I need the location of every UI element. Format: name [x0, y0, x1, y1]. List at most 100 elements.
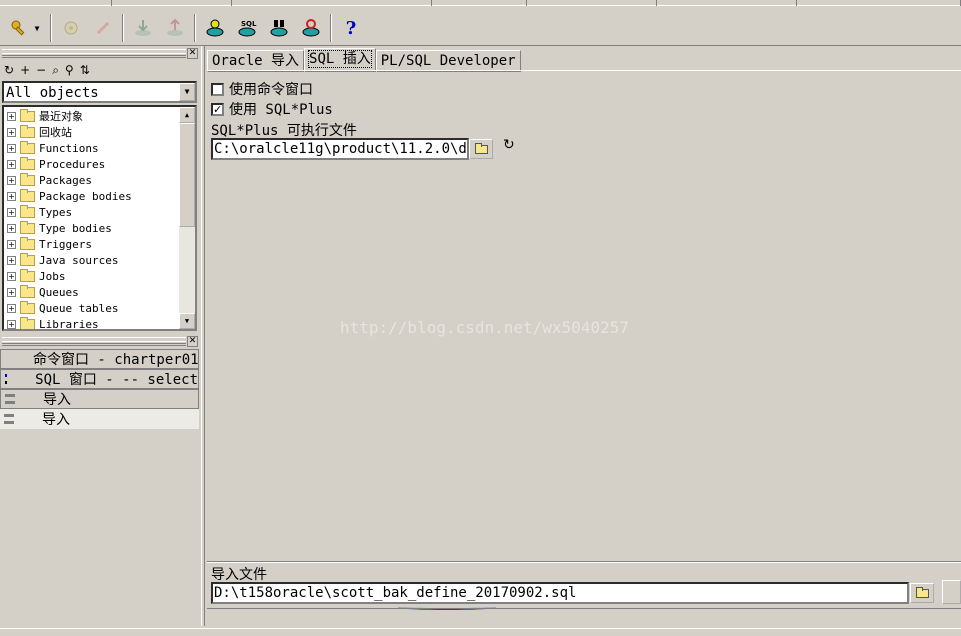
db-refresh-icon[interactable]	[298, 15, 324, 41]
scroll-down-icon[interactable]: ▼	[179, 313, 195, 329]
expand-icon[interactable]: +	[7, 255, 16, 265]
expand-icon[interactable]: +	[7, 287, 16, 297]
panel-grip[interactable]	[2, 49, 186, 58]
key-dropdown-icon[interactable]	[6, 15, 32, 41]
tab-oracle-import[interactable]: Oracle 导入	[207, 50, 305, 72]
expand-icon[interactable]: +	[7, 127, 16, 137]
browse-import-file-button[interactable]	[910, 583, 934, 603]
object-filter-select[interactable]: All objects ▼	[2, 81, 197, 103]
expand-icon[interactable]: +	[7, 223, 16, 233]
import-button-partial[interactable]	[942, 580, 961, 604]
import-tabs: Oracle 导入 SQL 插入 PL/SQL Developer	[207, 48, 521, 72]
sql-window-icon	[5, 374, 8, 384]
folder-icon	[20, 284, 35, 298]
use-command-window-label: 使用命令窗口	[229, 82, 313, 98]
browser-toolbar: ↻ + − ⌕ ⚲ ⇅	[4, 62, 90, 78]
window-list-item[interactable]: 命令窗口 - chartper01	[0, 349, 199, 369]
close-icon[interactable]: ✕	[187, 336, 198, 347]
sql-db-icon[interactable]: SQL	[234, 15, 260, 41]
add-icon[interactable]: +	[20, 63, 30, 77]
object-filter-value: All objects	[6, 85, 99, 101]
tab-sql-insert[interactable]: SQL 插入	[304, 48, 376, 72]
tree-item[interactable]: + Libraries	[7, 316, 99, 331]
tree-item[interactable]: + Type bodies	[7, 220, 112, 236]
filter-icon[interactable]: ⚲	[65, 63, 74, 77]
sort-icon[interactable]: ⇅	[80, 63, 90, 77]
expand-icon[interactable]: +	[7, 303, 16, 313]
scroll-thumb[interactable]	[179, 123, 195, 227]
scroll-up-icon[interactable]: ▲	[179, 107, 195, 123]
folder-icon	[20, 316, 35, 329]
db-session-icon[interactable]	[202, 15, 228, 41]
use-sqlplus-checkbox[interactable]: ✓	[211, 102, 224, 116]
tree-item-label: Libraries	[39, 317, 99, 331]
tree-item[interactable]: + Package bodies	[7, 188, 132, 204]
expand-icon[interactable]: +	[7, 207, 16, 217]
refresh-icon[interactable]: ↻	[503, 137, 515, 153]
folder-open-icon	[915, 586, 929, 598]
window-list-item[interactable]: SQL 窗口 - -- select	[0, 369, 199, 389]
tree-item-label: Functions	[39, 141, 99, 155]
use-sqlplus-option[interactable]: ✓ 使用 SQL*Plus	[211, 99, 333, 119]
use-command-window-option[interactable]: 使用命令窗口	[211, 79, 313, 99]
expand-icon[interactable]: +	[7, 111, 16, 121]
panel-grip[interactable]	[2, 337, 186, 346]
find-icon[interactable]: ⌕	[52, 63, 59, 77]
panel-splitter[interactable]	[201, 46, 205, 626]
tab-label: Oracle 导入	[212, 53, 300, 69]
expand-icon[interactable]: +	[7, 175, 16, 185]
chevron-down-icon[interactable]: ▼	[30, 15, 44, 41]
window-list-item[interactable]: 导入	[0, 409, 199, 429]
browse-exe-button[interactable]	[469, 139, 493, 159]
pin-icon[interactable]	[90, 15, 116, 41]
main-toolbar: ▼ SQL ?	[0, 8, 961, 46]
tab-label: SQL 插入	[308, 50, 372, 68]
folder-icon	[20, 156, 35, 170]
tree-item-label: 最近对象	[39, 110, 83, 123]
expand-icon[interactable]: +	[7, 239, 16, 249]
compile-icon[interactable]	[58, 15, 84, 41]
tree-scrollbar[interactable]: ▲ ▼	[179, 107, 195, 329]
tree-item[interactable]: + Java sources	[7, 252, 118, 268]
folder-icon	[20, 172, 35, 186]
import-file-field[interactable]: D:\t158oracle\scott_bak_define_20170902.…	[211, 582, 909, 604]
tree-item-label: Procedures	[39, 157, 106, 171]
tree-item[interactable]: + Triggers	[7, 236, 92, 252]
expand-icon[interactable]: +	[7, 191, 16, 201]
tree-item[interactable]: + Functions	[7, 140, 99, 156]
expand-icon[interactable]: +	[7, 159, 16, 169]
tree-item[interactable]: + Jobs	[7, 268, 66, 284]
export-icon[interactable]	[162, 15, 188, 41]
window-list-label: 命令窗口 - chartper01	[33, 352, 199, 368]
tree-item-label: 回收站	[39, 126, 72, 139]
tree-item-label: Triggers	[39, 237, 92, 251]
tree-item-label: Queues	[39, 285, 79, 299]
toolbar-separator	[330, 14, 332, 42]
expand-icon[interactable]: +	[7, 319, 16, 329]
tree-item[interactable]: + Queues	[7, 284, 79, 300]
tree-item[interactable]: + Procedures	[7, 156, 105, 172]
tree-item[interactable]: + Queue tables	[7, 300, 118, 316]
import-icon[interactable]	[130, 15, 156, 41]
refresh-icon[interactable]: ↻	[4, 63, 14, 77]
use-command-window-checkbox[interactable]	[211, 82, 224, 96]
remove-icon[interactable]: −	[36, 63, 46, 77]
tree-item-label: Java sources	[39, 253, 119, 267]
bottom-edge	[0, 628, 961, 636]
tab-plsql-developer[interactable]: PL/SQL Developer	[375, 50, 521, 72]
expand-icon[interactable]: +	[7, 271, 16, 281]
chevron-down-icon[interactable]: ▼	[179, 83, 195, 101]
tree-item[interactable]: + 回收站	[7, 124, 72, 140]
sqlplus-exe-field[interactable]: C:\oralcle11g\product\11.2.0\dbhome_1\BI…	[211, 138, 469, 160]
db-find-icon[interactable]	[266, 15, 292, 41]
help-icon[interactable]: ?	[338, 15, 364, 41]
close-icon[interactable]: ✕	[187, 48, 198, 59]
expand-icon[interactable]: +	[7, 143, 16, 153]
toolbar-separator	[122, 14, 124, 42]
tree-item[interactable]: + Packages	[7, 172, 92, 188]
folder-icon	[20, 300, 35, 314]
import-window-icon	[5, 394, 15, 404]
window-list-item[interactable]: 导入	[0, 389, 199, 409]
tree-item[interactable]: + 最近对象	[7, 108, 83, 124]
tree-item[interactable]: + Types	[7, 204, 72, 220]
